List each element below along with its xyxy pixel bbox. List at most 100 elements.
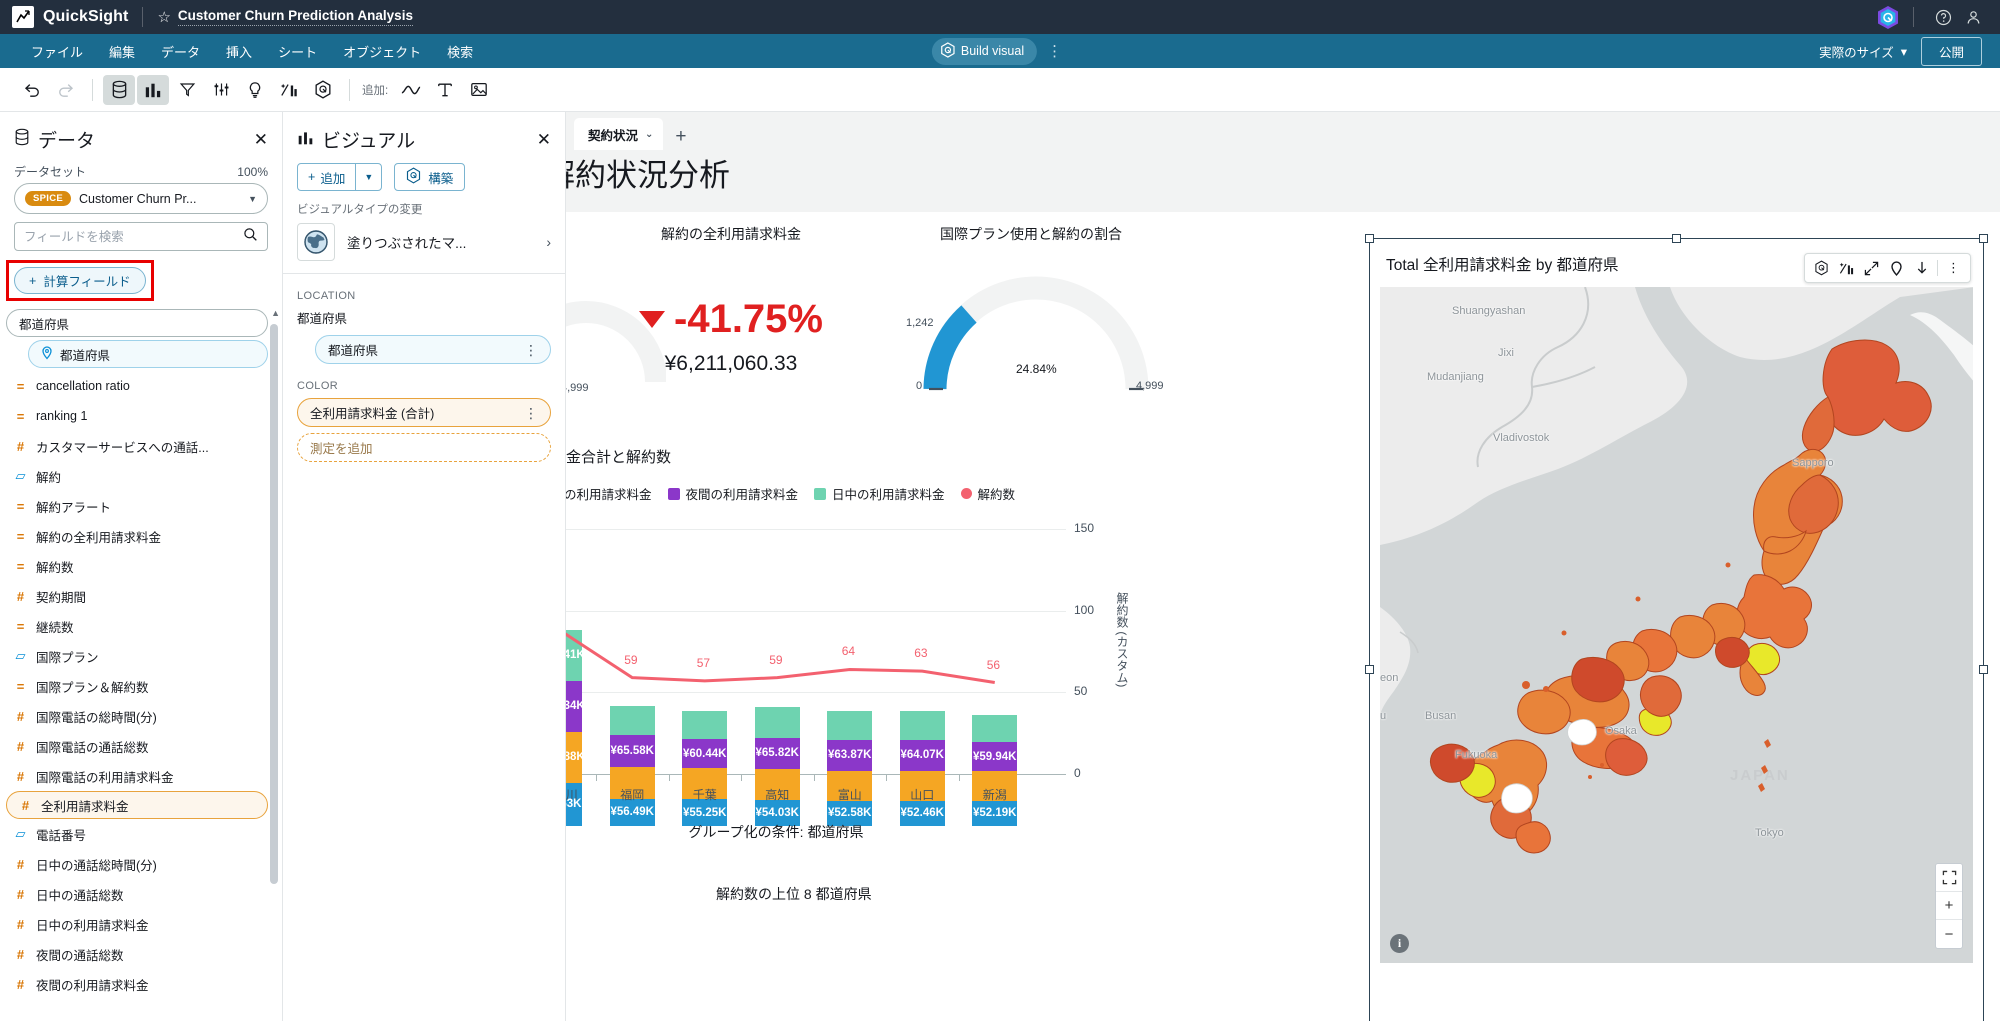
kebab-icon[interactable]: ⋮ [1942, 257, 1965, 279]
dataset-selector[interactable]: SPICE Customer Churn Pr... ▼ [14, 183, 268, 214]
field-row[interactable]: # 国際電話の通話総数 [0, 731, 282, 761]
kebab-icon[interactable]: ⋮ [524, 343, 538, 357]
expand-icon[interactable] [1860, 257, 1883, 279]
location-pin-icon[interactable] [1885, 257, 1908, 279]
fullscreen-icon[interactable] [1936, 864, 1962, 892]
field-row[interactable]: = 国際プラン＆解約数 [0, 671, 282, 701]
resize-handle-tr[interactable] [1979, 234, 1988, 243]
field-row[interactable]: # 日中の利用請求料金 [0, 909, 282, 939]
resize-handle-tc[interactable] [1671, 234, 1681, 243]
kebab-icon[interactable]: ⋮ [1041, 44, 1068, 59]
well-field-location[interactable]: 都道府県 ⋮ [315, 335, 551, 364]
chevron-right-icon[interactable]: › [546, 234, 551, 250]
field-row[interactable]: # 全利用請求料金 [6, 791, 268, 819]
legend-item[interactable]: 日中の利用請求料金 [814, 484, 945, 503]
field-row[interactable]: = 解約アラート [0, 491, 282, 521]
field-group-todofuken[interactable]: 都道府県 [6, 309, 268, 337]
field-row[interactable]: = ranking 1 [0, 401, 282, 431]
field-row[interactable]: # 契約期間 [0, 581, 282, 611]
q-hex-icon[interactable] [1810, 257, 1833, 279]
resize-handle-tl[interactable] [1365, 234, 1374, 243]
close-icon[interactable]: ✕ [537, 131, 551, 148]
canvas-size-selector[interactable]: 実際のサイズ ▾ [1819, 42, 1907, 61]
field-row[interactable]: # 夜間の利用請求料金 [0, 969, 282, 999]
line-icon[interactable] [395, 75, 427, 105]
add-visual-button[interactable]: + 追加 ▼ [297, 163, 383, 191]
line-value-label: 59 [769, 652, 783, 667]
menu-sheet[interactable]: シート [265, 42, 330, 61]
star-outline-icon[interactable]: ☆ [157, 8, 170, 26]
close-icon[interactable]: ✕ [254, 131, 268, 148]
field-row[interactable]: = cancellation ratio [0, 371, 282, 401]
lightbulb-icon[interactable] [239, 75, 271, 105]
location-pin-icon [41, 345, 53, 363]
field-row[interactable]: # 日中の通話総数 [0, 879, 282, 909]
build-button[interactable]: 構築 [394, 163, 466, 191]
database-icon[interactable] [103, 74, 135, 105]
quicksight-logo-icon[interactable] [12, 6, 34, 28]
field-row[interactable]: = 継続数 [0, 611, 282, 641]
field-row[interactable]: # 国際電話の総時間(分) [0, 701, 282, 731]
chevron-down-icon[interactable]: ▼ [355, 164, 381, 190]
menu-search[interactable]: 検索 [434, 42, 486, 61]
user-account-icon[interactable] [1958, 2, 1988, 32]
field-row[interactable]: # カスタマーサービスへの通話... [0, 431, 282, 461]
filter-icon[interactable] [171, 75, 203, 105]
kebab-icon[interactable]: ⋮ [524, 406, 538, 420]
well-field-color[interactable]: 全利用請求料金 (合計) ⋮ [297, 398, 551, 427]
resize-handle-ml[interactable] [1365, 664, 1374, 674]
field-row[interactable]: # 国際電話の利用請求料金 [0, 761, 282, 791]
well-sub-location: 都道府県 [297, 312, 348, 326]
sparkle-chart-icon[interactable] [273, 75, 305, 105]
sliders-icon[interactable] [205, 75, 237, 105]
menu-edit[interactable]: 編集 [96, 42, 148, 61]
field-row[interactable]: # 日中の通話総時間(分) [0, 849, 282, 879]
search-input[interactable] [24, 229, 243, 244]
menu-file[interactable]: ファイル [18, 42, 96, 61]
image-icon[interactable] [463, 75, 495, 105]
insight-icon[interactable] [1835, 257, 1858, 279]
zoom-in-button[interactable]: + [1936, 892, 1962, 920]
visual-type-selector[interactable]: 塗りつぶされたマ... › [283, 223, 565, 273]
menu-object[interactable]: オブジェクト [330, 42, 434, 61]
menu-insert[interactable]: 挿入 [213, 42, 265, 61]
publish-button[interactable]: 公開 [1920, 36, 1982, 66]
text-icon[interactable] [429, 75, 461, 105]
chevron-down-icon[interactable]: ⌄ [645, 129, 653, 140]
legend-item[interactable]: 解約数 [960, 484, 1015, 503]
download-icon[interactable] [1910, 257, 1933, 279]
tab-label: 契約状況 [588, 128, 639, 143]
data-pane-scrollbar[interactable] [270, 324, 278, 884]
field-row[interactable]: ▱ 国際プラン [0, 641, 282, 671]
field-row[interactable]: # 夜間の通話総数 [0, 939, 282, 969]
legend-item[interactable]: 国際電話の利用請求料金 [566, 484, 652, 503]
well-add-measure[interactable]: 測定を追加 [297, 433, 551, 462]
help-circle-icon[interactable] [1928, 2, 1958, 32]
numeric-field-icon: # [16, 708, 25, 724]
zoom-out-button[interactable]: − [1936, 920, 1962, 948]
q-hex-icon[interactable] [307, 75, 339, 105]
scroll-up-icon[interactable]: ▲ [271, 308, 280, 318]
analysis-title[interactable]: Customer Churn Prediction Analysis [177, 8, 413, 26]
legend-item[interactable]: 夜間の利用請求料金 [667, 484, 798, 503]
search-icon[interactable] [243, 227, 258, 247]
add-sheet-button[interactable]: + [663, 126, 698, 150]
bar-chart-icon[interactable] [137, 74, 169, 105]
field-geo-todofuken[interactable]: 都道府県 [28, 340, 268, 368]
field-row[interactable]: = 解約の全利用請求料金 [0, 521, 282, 551]
menu-data[interactable]: データ [148, 42, 213, 61]
calculated-field-highlight: + 計算フィールド [6, 260, 154, 301]
build-visual-button[interactable]: Build visual [931, 37, 1038, 65]
field-row[interactable]: ▱ 解約 [0, 461, 282, 491]
tab-keiyaku-jokyo[interactable]: 契約状況 ⌄ [574, 118, 664, 150]
search-fields-box[interactable] [14, 222, 268, 251]
field-row[interactable]: = 解約数 [0, 551, 282, 581]
amazon-q-icon[interactable] [1877, 5, 1899, 30]
map-canvas[interactable]: Shuangyashan Jixi Mudanjiang Vladivostok eon… [1380, 287, 1973, 963]
undo-icon[interactable] [16, 75, 48, 105]
info-icon[interactable]: i [1390, 934, 1409, 953]
field-row[interactable]: ▱ 電話番号 [0, 819, 282, 849]
add-calculated-field-button[interactable]: + 計算フィールド [14, 267, 146, 294]
resize-handle-mr[interactable] [1979, 664, 1988, 674]
map-visual[interactable]: Total 全利用請求料金 by 都道府県 ⋮ Shuangyashan Jix… [1365, 234, 1988, 1021]
